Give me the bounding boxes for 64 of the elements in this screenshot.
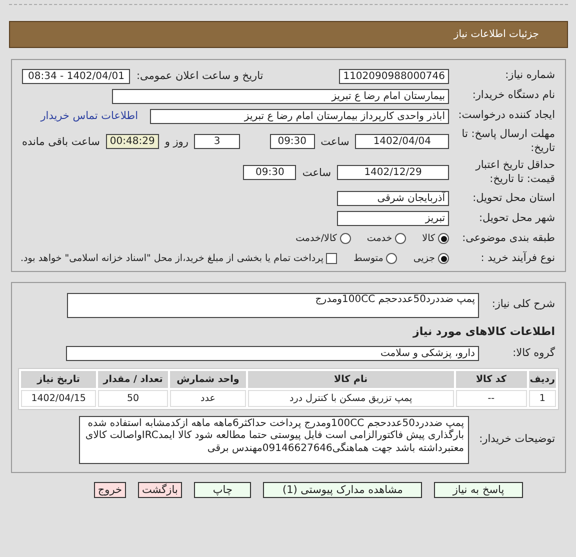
table-cell: 1 [528, 390, 556, 407]
column-header: واحد شمارش [170, 370, 246, 388]
requester-field[interactable]: اباذر واحدی کارپرداز بیمارستان امام رضا ع تبریز [150, 108, 449, 124]
province-field[interactable]: آذربایجان شرقی [337, 191, 449, 206]
buyer-contact-link[interactable]: اطلاعات تماس خریدار [40, 110, 138, 122]
action-button[interactable]: خروج [94, 482, 126, 498]
field-label: ساعت [320, 136, 350, 148]
field-label: مهلت ارسال پاسخ: تا تاریخ: [460, 128, 555, 156]
need-number-field[interactable]: 1102090988000746 [339, 68, 449, 84]
buyer-notes-field[interactable]: پمپ ضددرد50عددحجم 100CCومدرج پرداخت حداکثر6ماهه ماهه ازکدمشابه استفاده شده بارگذاری پیش فاکتورالزامی است فایل پیوستی حتما مطالعه شود کالا ایمدIRCواصالت کالای معتبرداشته باشد جهت هماهنگی09146627646مهندس برقی [79, 416, 469, 464]
radio-button[interactable] [395, 233, 406, 244]
header-title: جزئیات اطلاعات نیاز [454, 29, 539, 40]
remaining-time-field: 00:48:29 [106, 134, 159, 150]
summary-field[interactable]: پمپ ضددرد50عددحجم 100CCومدرج [67, 292, 479, 318]
field-label: نوع فرآیند خرید : [480, 252, 555, 266]
field-label: تاریخ و ساعت اعلان عمومی: [136, 70, 264, 82]
field-label: شرح کلی نیاز: [490, 298, 555, 312]
field-label: استان محل تحویل: [472, 192, 555, 206]
column-header: نام کالا [248, 370, 454, 388]
action-button[interactable]: چاپ [194, 482, 252, 498]
buyer-org-field[interactable]: بیمارستان امام رضا ع تبریز [112, 88, 449, 104]
table-cell: عدد [170, 390, 246, 407]
radio-button[interactable] [438, 253, 449, 264]
announce-field[interactable]: 1402/04/01 - 08:34 [22, 68, 130, 84]
column-header: تعداد / مقدار [98, 370, 168, 388]
radio-label: کالا/خدمت [296, 233, 337, 244]
field-label: توضیحات خریدار: [478, 432, 555, 446]
radio-label: کالا [422, 233, 435, 244]
field-label: طبقه بندی موضوعی: [461, 232, 555, 246]
action-button[interactable]: مشاهده مدارک پیوستی (1) [263, 482, 422, 498]
checkbox-label: پرداخت تمام یا بخشی از مبلغ خرید،از محل "اسناد خزانه اسلامی" خواهد بود. [20, 253, 324, 264]
field-label: حداقل تاریخ اعتبار قیمت: تا تاریخ: [474, 159, 555, 187]
checkbox[interactable] [326, 253, 338, 264]
table-cell: پمپ تزریق مسکن با کنترل درد [248, 390, 454, 407]
field-label: گروه کالا: [512, 346, 555, 360]
table-cell: 50 [98, 390, 168, 407]
field-label: روز و [164, 136, 188, 148]
validity-date-field[interactable]: 1402/12/29 [337, 165, 449, 180]
field-label: ساعت باقی مانده [22, 136, 100, 148]
radio-label: خدمت [366, 233, 392, 244]
radio-label: متوسط [353, 253, 384, 264]
radio-button[interactable] [340, 233, 351, 244]
radio-button[interactable] [438, 233, 449, 244]
field-label: شماره نیاز: [504, 69, 555, 83]
column-header: تاریخ نیاز [21, 370, 96, 388]
deadline-date-field[interactable]: 1402/04/04 [355, 134, 449, 150]
deadline-time-field[interactable]: 09:30 [270, 134, 315, 150]
field-label: ایجاد کننده درخواست: [457, 109, 555, 123]
field-label: ساعت [302, 166, 331, 179]
table-cell: 1402/04/15 [21, 390, 96, 407]
table-cell: -- [456, 390, 527, 407]
section-heading: اطلاعات کالاهای مورد نیاز [413, 325, 555, 338]
field-label: شهر محل تحویل: [478, 212, 555, 226]
goods-group-field[interactable]: دارو، پزشکی و سلامت [66, 346, 479, 362]
validity-time-field[interactable]: 09:30 [243, 165, 296, 180]
field-label: نام دستگاه خریدار: [471, 89, 555, 103]
city-field[interactable]: تبریز [337, 211, 449, 226]
radio-button[interactable] [386, 253, 398, 264]
column-header: کد کالا [456, 370, 527, 388]
column-header: ردیف [528, 370, 556, 388]
action-button[interactable]: بازگشت [138, 482, 182, 498]
action-button[interactable]: پاسخ به نیاز [434, 482, 524, 498]
radio-label: جزیی [413, 253, 435, 264]
days-field[interactable]: 3 [194, 134, 240, 150]
